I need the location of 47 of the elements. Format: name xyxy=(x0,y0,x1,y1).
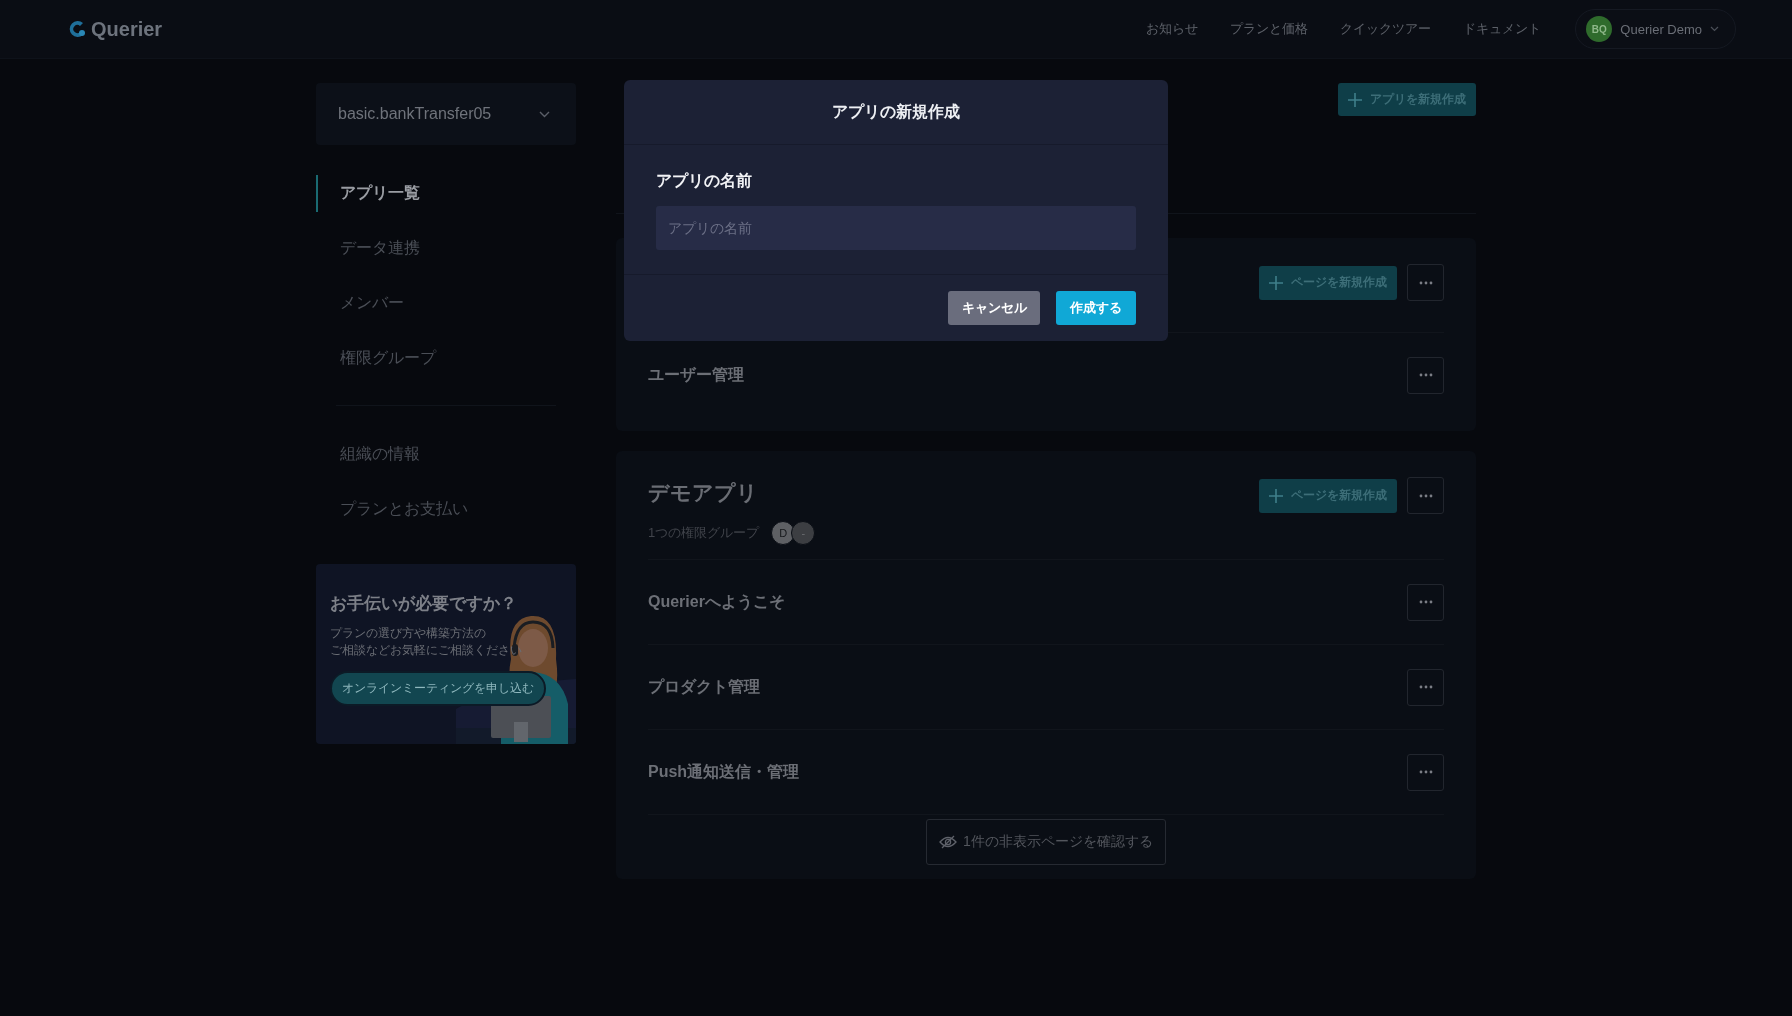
page-name[interactable]: Push通知送信・管理 xyxy=(648,761,800,783)
more-icon xyxy=(1418,770,1433,774)
more-icon xyxy=(1418,373,1433,377)
hidden-pages-button[interactable]: 1件の非表示ページを確認する xyxy=(926,819,1166,865)
nav-link[interactable]: プランと価格 xyxy=(1230,20,1309,38)
logo-text: Querier xyxy=(91,17,163,41)
dialog-title: アプリの新規作成 xyxy=(624,80,1168,145)
more-button[interactable] xyxy=(1407,356,1444,394)
plus-icon xyxy=(1269,488,1283,503)
more-icon xyxy=(1418,280,1433,285)
app-name-field[interactable]: アプリの名前 xyxy=(656,206,1136,250)
more-button[interactable] xyxy=(1407,668,1444,706)
more-button[interactable] xyxy=(1407,477,1444,514)
page-name[interactable]: Querierへようこそ xyxy=(648,591,785,613)
more-button[interactable] xyxy=(1407,753,1444,791)
organization-select[interactable]: basic.bankTransfer05 xyxy=(316,83,576,145)
sidebar-item[interactable]: データ連携 xyxy=(316,230,576,267)
help-title: お手伝いが必要ですか？ xyxy=(330,593,518,615)
meeting-button[interactable]: オンラインミーティングを申し込む xyxy=(330,671,546,706)
chevron-down-icon xyxy=(539,110,550,118)
sidebar-item[interactable]: アプリ一覧 xyxy=(316,175,576,212)
help-text: プランの選び方や構築方法の xyxy=(330,625,487,642)
sidebar-item[interactable]: 権限グループ xyxy=(316,340,576,377)
page-name[interactable]: プロダクト管理 xyxy=(648,676,760,698)
user-menu[interactable]: BQ Querier Demo xyxy=(1575,9,1736,49)
more-icon xyxy=(1418,493,1433,498)
sidebar-item[interactable]: メンバー xyxy=(316,285,576,322)
user-avatar: BQ xyxy=(1586,16,1613,42)
cancel-button[interactable]: キャンセル xyxy=(948,291,1040,325)
more-icon xyxy=(1418,600,1433,604)
app-title: デモアプリ xyxy=(648,480,759,506)
page-name[interactable]: ユーザー管理 xyxy=(648,364,744,386)
eye-slash-icon xyxy=(939,835,958,849)
field-label: アプリの名前 xyxy=(656,171,753,191)
more-icon xyxy=(1418,685,1433,689)
nav-link[interactable]: ドキュメント xyxy=(1463,20,1542,38)
nav-link[interactable]: クイックツアー xyxy=(1340,20,1432,38)
more-button[interactable] xyxy=(1407,583,1444,621)
group-avatar: - xyxy=(791,521,816,545)
nav-link[interactable]: お知らせ xyxy=(1146,20,1199,38)
plus-icon xyxy=(1269,275,1283,290)
create-button[interactable]: 作成する xyxy=(1056,291,1136,325)
sidebar-item[interactable]: 組織の情報 xyxy=(316,436,576,473)
plus-icon xyxy=(1348,92,1362,107)
sidebar-item[interactable]: プランとお支払い xyxy=(316,491,576,528)
chevron-down-icon xyxy=(1710,26,1719,32)
more-button[interactable] xyxy=(1407,264,1444,301)
